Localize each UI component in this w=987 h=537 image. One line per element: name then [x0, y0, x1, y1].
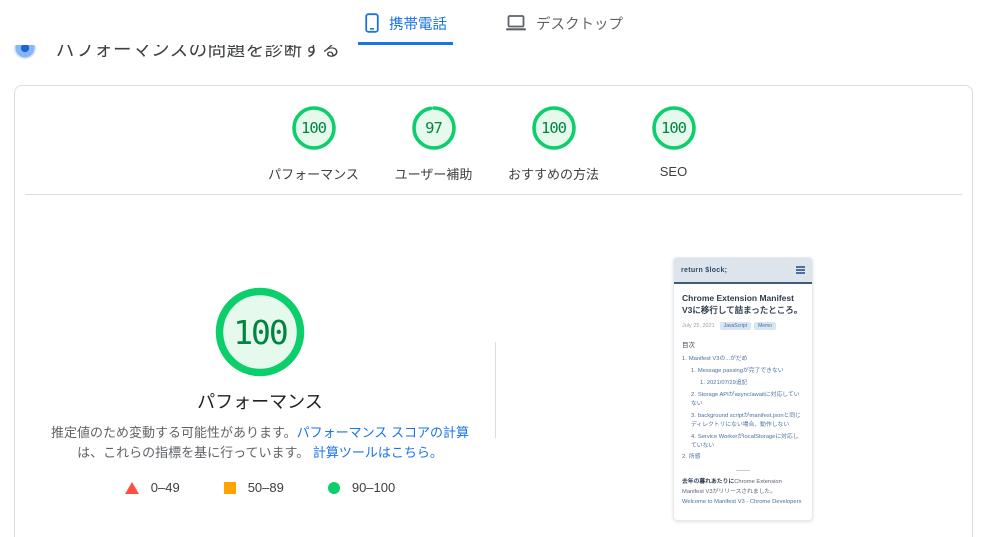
performance-score-value: 100: [233, 312, 289, 352]
performance-gauge-label: パフォーマンス: [197, 392, 323, 412]
screenshot-footer-text: 去年の暮れあたりにChrome Extension Manifest V3がリリ…: [682, 479, 782, 495]
screenshot-tag: Memo: [754, 321, 776, 330]
final-screenshot-thumbnail: return $lock; Chrome Extension Manifest …: [673, 257, 813, 521]
screenshot-divider: [736, 470, 750, 472]
screenshot-site-name: return $lock;: [681, 266, 728, 274]
score-label: ユーザー補助: [394, 167, 473, 182]
vertical-divider: [495, 342, 496, 438]
tab-mobile-label: 携帯電話: [389, 16, 447, 33]
section-divider: [25, 194, 962, 195]
score-value: 100: [541, 119, 567, 137]
score-ring: 100: [651, 105, 697, 151]
tab-desktop[interactable]: デスクトップ: [499, 0, 629, 45]
screenshot-article-title: Chrome Extension Manifest V3に移行して詰まったところ…: [682, 293, 803, 316]
toc-item: 4. Service WorkerがlocalStorageに対応していない: [691, 433, 799, 449]
legend-average-range: 50–89: [247, 480, 284, 495]
legend-pass: 90–100: [327, 480, 396, 495]
score-description: 推定値のため変動する可能性があります。パフォーマンス スコアの計算 は、これらの…: [35, 423, 485, 463]
description-text-1: 推定値のため変動する可能性があります。: [50, 425, 297, 440]
screenshot-date: July 25, 2021: [682, 322, 715, 329]
score-ring: 100: [531, 105, 577, 151]
score-value: 100: [301, 119, 327, 137]
toc-item: 2. 所感: [682, 454, 701, 461]
tab-desktop-label: デスクトップ: [536, 16, 623, 33]
score-label: おすすめの方法: [507, 167, 599, 182]
green-circle-icon: [327, 481, 340, 494]
score-accessibility[interactable]: 97 ユーザー補助: [374, 105, 494, 183]
score-ring: 100: [291, 105, 337, 151]
screenshot-body: Chrome Extension Manifest V3に移行して詰まったところ…: [674, 284, 812, 505]
calculator-link[interactable]: 計算ツールはこちら。: [313, 445, 443, 460]
performance-gauge: 100: [213, 285, 307, 379]
legend-average: 50–89: [223, 480, 284, 495]
hamburger-menu-icon: [796, 266, 805, 274]
score-best-practices[interactable]: 100 おすすめの方法: [494, 105, 614, 183]
legend-pass-range: 90–100: [351, 480, 396, 495]
toc-item: 1. Message passingが完了できない: [691, 367, 784, 374]
score-performance[interactable]: 100 パフォーマンス: [254, 105, 374, 183]
device-tabs: 携帯電話 デスクトップ: [0, 0, 987, 45]
screenshot-toc-heading: 目次: [682, 341, 695, 349]
score-legend: 0–49 50–89 90–100: [40, 480, 480, 495]
mobile-icon: [364, 13, 380, 33]
screenshot-footer-link: Welcome to Manifest V3 - Chrome Develope…: [682, 499, 802, 505]
pagespeed-insights-page: { "page": { "heading": "パフォーマンスの問題を診断する"…: [0, 0, 987, 537]
score-label: SEO: [659, 164, 688, 179]
toc-item: 2. Storage APIがasync/awaitに対応していない: [691, 391, 800, 407]
description-text-2: は、これらの指標を基に行っています。: [77, 445, 310, 460]
red-triangle-icon: [124, 481, 139, 494]
screenshot-site-header: return $lock;: [674, 258, 812, 284]
legend-fail: 0–49: [124, 480, 180, 495]
category-scores: 100 パフォーマンス 97 ユーザー補助 100 おすすめの方法 100 SE…: [15, 105, 972, 183]
score-seo[interactable]: 100 SEO: [614, 105, 734, 183]
score-label: パフォーマンス: [268, 167, 359, 182]
legend-fail-range: 0–49: [150, 480, 180, 495]
score-ring: 97: [411, 105, 457, 151]
screenshot-toc: 1. Manifest V3の...がだめ 1. Message passingが完…: [682, 355, 804, 463]
toc-item: 1. 2021/07/29追記: [700, 379, 748, 386]
tab-mobile[interactable]: 携帯電話: [358, 0, 453, 45]
score-value: 97: [425, 119, 443, 137]
screenshot-meta: July 25, 2021 JavaScript Memo: [682, 321, 804, 330]
score-calc-link[interactable]: パフォーマンス スコアの計算: [297, 425, 469, 440]
screenshot-tag: JavaScript: [719, 321, 752, 330]
orange-square-icon: [223, 481, 236, 494]
desktop-icon: [505, 14, 527, 32]
toc-item: 3. background scriptがmanifest.jsonと同じディレク…: [691, 412, 801, 428]
toc-item: 1. Manifest V3の...がだめ: [682, 355, 748, 362]
report-card: 100 パフォーマンス 97 ユーザー補助 100 おすすめの方法 100 SE…: [14, 85, 973, 537]
score-value: 100: [661, 119, 687, 137]
